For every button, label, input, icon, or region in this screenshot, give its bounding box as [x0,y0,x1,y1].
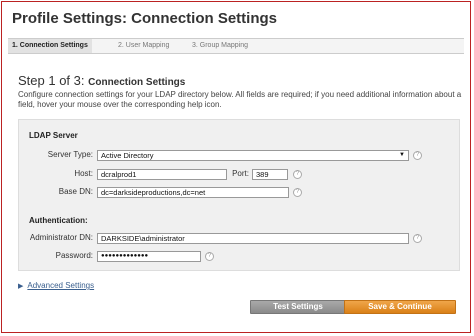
authentication-section-title: Authentication: [29,216,88,225]
server-type-select[interactable]: Active Directory ▼ [97,150,409,161]
password-label: Password: [55,251,93,260]
host-label: Host: [74,169,93,178]
port-input[interactable]: 389 [252,169,288,180]
step-heading: Step 1 of 3: Connection Settings [18,73,185,88]
help-icon[interactable]: ? [413,151,422,160]
ldap-section-title: LDAP Server [29,131,78,140]
server-type-label: Server Type: [47,150,93,159]
tab-connection-settings[interactable]: 1. Connection Settings [8,39,92,53]
page-title: Profile Settings: Connection Settings [12,10,278,27]
chevron-down-icon: ▼ [399,152,405,158]
host-input[interactable]: dcralprod1 [97,169,227,180]
step-prefix: Step 1 of 3: [18,73,85,88]
tab-group-mapping[interactable]: 3. Group Mapping [192,39,248,53]
help-icon[interactable]: ? [205,252,214,261]
server-type-value: Active Directory [101,151,154,160]
base-dn-input[interactable]: dc=darksideproductions,dc=net [97,187,289,198]
step-tabs: 1. Connection Settings 2. User Mapping 3… [8,38,464,54]
save-continue-button[interactable]: Save & Continue [344,300,456,314]
step-description: Configure connection settings for your L… [18,90,462,109]
admin-dn-label: Administrator DN: [29,233,93,242]
expand-arrow-icon: ▶ [18,283,24,290]
test-settings-button[interactable]: Test Settings [250,300,346,314]
help-icon[interactable]: ? [413,234,422,243]
help-icon[interactable]: ? [293,188,302,197]
step-title: Connection Settings [88,77,186,88]
advanced-settings-link[interactable]: ▶ Advanced Settings [18,281,94,290]
settings-panel: LDAP Server Server Type: Active Director… [18,119,460,271]
admin-dn-input[interactable]: DARKSIDE\administrator [97,233,409,244]
base-dn-label: Base DN: [58,187,93,196]
tab-user-mapping[interactable]: 2. User Mapping [118,39,169,53]
password-input[interactable]: ●●●●●●●●●●●●● [97,251,201,262]
advanced-settings-label: Advanced Settings [27,281,95,290]
help-icon[interactable]: ? [293,170,302,179]
port-label: Port: [232,169,249,178]
